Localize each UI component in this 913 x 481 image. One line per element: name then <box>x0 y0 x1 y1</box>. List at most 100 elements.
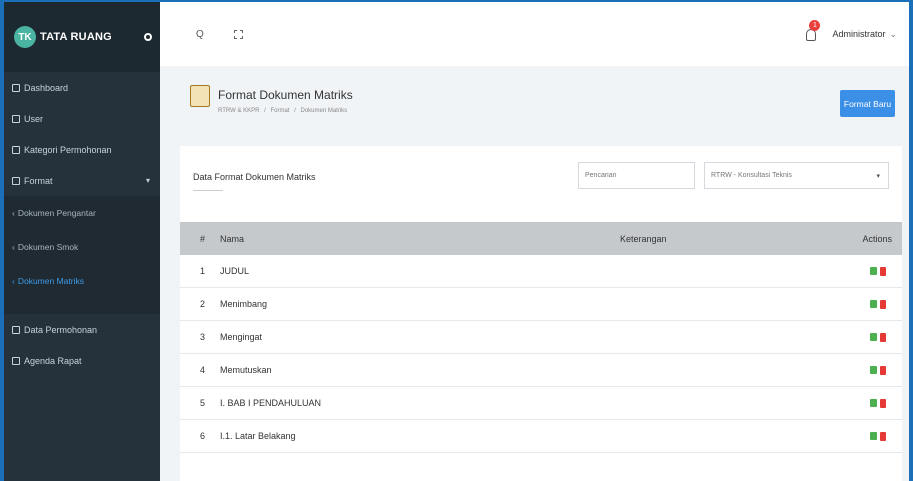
row-number: 1 <box>200 266 206 276</box>
table-row: 2 Menimbang <box>180 288 902 321</box>
sidebar-item-label: User <box>24 113 44 124</box>
sidebar-item-data-permohonan[interactable]: Data Permohonan <box>4 314 160 345</box>
row-actions <box>840 332 902 342</box>
table-header: # Nama Keterangan Actions <box>180 222 902 255</box>
header-name: Nama <box>220 233 245 244</box>
search-icon[interactable]: Q <box>196 29 204 40</box>
edit-icon[interactable] <box>870 398 877 407</box>
document-icon <box>12 145 20 154</box>
trash-icon[interactable] <box>880 299 886 309</box>
calendar-icon <box>12 356 20 365</box>
brand-name: TATA RUANG <box>40 31 112 43</box>
header-actions: Actions <box>862 233 892 244</box>
header-num: # <box>200 233 206 244</box>
breadcrumb-item: Dokumen Matriks <box>300 108 348 114</box>
sidebar-item-agenda[interactable]: Agenda Rapat <box>4 345 160 376</box>
breadcrumb-separator: / <box>264 108 266 114</box>
edit-icon[interactable] <box>870 431 877 440</box>
sidebar-subitem-smok[interactable]: ‹ Dokumen Smok <box>4 230 160 264</box>
sidebar-item-label: Format <box>24 175 53 186</box>
row-number: 6 <box>200 431 206 441</box>
sidebar-subitem-matriks[interactable]: ‹ Dokumen Matriks <box>4 264 160 298</box>
sidebar-toggle-icon[interactable] <box>144 33 152 41</box>
row-number: 4 <box>200 365 206 375</box>
page-header: Format Dokumen Matriks RTRW & KKPR / For… <box>160 66 913 134</box>
chevron-down-icon: ▾ <box>876 172 880 180</box>
topbar: Q 1 Administrator ⌄ <box>160 0 913 66</box>
sidebar-item-label: Dashboard <box>24 82 69 93</box>
row-actions <box>840 365 902 375</box>
edit-icon[interactable] <box>870 299 877 308</box>
search-input[interactable] <box>578 162 695 189</box>
sidebar-item-format[interactable]: Format ▾ <box>4 165 160 196</box>
title-underline <box>193 190 223 191</box>
table-row: 4 Memutuskan <box>180 354 902 387</box>
sidebar-item-label: Agenda Rapat <box>24 355 82 366</box>
card-title: Data Format Dokumen Matriks <box>193 172 316 182</box>
sidebar-item-label: Data Permohonan <box>24 324 98 335</box>
breadcrumb-item[interactable]: RTRW & KKPR <box>218 108 259 114</box>
notification-badge: 1 <box>809 20 821 31</box>
sidebar-divider <box>4 298 160 314</box>
row-name: Memutuskan <box>220 365 272 375</box>
edit-icon[interactable] <box>870 332 877 341</box>
header-keterangan: Keterangan <box>620 233 667 244</box>
trash-icon[interactable] <box>880 365 886 375</box>
breadcrumb-separator: / <box>294 108 296 114</box>
sidebar-subitem-label: Dokumen Pengantar <box>17 208 96 218</box>
row-name: JUDUL <box>220 266 250 276</box>
breadcrumb: RTRW & KKPR / Format / Dokumen Matriks <box>218 108 350 114</box>
edit-icon[interactable] <box>870 365 877 374</box>
select-value: RTRW - Konsultasi Teknis <box>711 172 792 179</box>
sidebar-item-user[interactable]: User <box>4 103 160 134</box>
row-name: I.1. Latar Belakang <box>220 431 296 441</box>
row-actions <box>840 299 902 309</box>
data-card: Data Format Dokumen Matriks RTRW - Konsu… <box>180 146 902 481</box>
row-actions <box>840 398 902 408</box>
document-icon <box>12 325 20 334</box>
breadcrumb-item[interactable]: Format <box>270 108 289 114</box>
chevron-down-icon: ⌄ <box>889 28 897 39</box>
category-select[interactable]: RTRW - Konsultasi Teknis ▾ <box>704 162 889 189</box>
fullscreen-icon[interactable] <box>233 29 243 39</box>
dashboard-icon <box>12 83 20 92</box>
row-name: Mengingat <box>220 332 263 342</box>
table-row: 6 I.1. Latar Belakang <box>180 420 902 453</box>
row-name: I. BAB I PENDAHULUAN <box>220 398 322 408</box>
row-number: 3 <box>200 332 206 342</box>
user-menu[interactable]: Administrator ⌄ <box>832 29 897 40</box>
folder-icon <box>12 176 20 185</box>
trash-icon[interactable] <box>880 431 886 441</box>
trash-icon[interactable] <box>880 266 886 276</box>
row-actions <box>840 266 902 276</box>
sidebar-item-kategori[interactable]: Kategori Permohonan <box>4 134 160 165</box>
row-name: Menimbang <box>220 299 268 309</box>
row-actions <box>840 431 902 441</box>
user-icon <box>12 114 20 123</box>
brand: TK TATA RUANG <box>4 2 160 72</box>
table-row: 3 Mengingat <box>180 321 902 354</box>
sidebar-item-dashboard[interactable]: Dashboard <box>4 72 160 103</box>
brand-logo: TK <box>14 26 36 48</box>
sidebar-subitem-pengantar[interactable]: ‹ Dokumen Pengantar <box>4 196 160 230</box>
notification-bell[interactable]: 1 <box>806 20 821 41</box>
sidebar-subitem-label: Dokumen Smok <box>17 242 79 252</box>
sidebar: TK TATA RUANG Dashboard User Kategori Pe… <box>0 0 160 481</box>
row-number: 5 <box>200 398 206 408</box>
sidebar-subitem-label: Dokumen Matriks <box>17 276 84 286</box>
edit-icon[interactable] <box>870 266 877 275</box>
sidebar-menu: Dashboard User Kategori Permohonan Forma… <box>4 72 160 376</box>
bullet-icon: ‹ <box>12 242 15 252</box>
new-format-button[interactable]: Format Baru <box>840 90 895 117</box>
bullet-icon: ‹ <box>12 276 15 286</box>
table-row: 1 JUDUL <box>180 255 902 288</box>
row-number: 2 <box>200 299 206 309</box>
format-table: # Nama Keterangan Actions 1 JUDUL 2 Meni… <box>180 222 902 453</box>
trash-icon[interactable] <box>880 398 886 408</box>
table-body: 1 JUDUL 2 Menimbang 3 Mengingat 4 Memutu… <box>180 255 902 453</box>
trash-icon[interactable] <box>880 332 886 342</box>
folder-icon <box>190 85 210 107</box>
window-border <box>909 66 913 481</box>
sidebar-item-label: Kategori Permohonan <box>24 144 112 155</box>
table-row: 5 I. BAB I PENDAHULUAN <box>180 387 902 420</box>
